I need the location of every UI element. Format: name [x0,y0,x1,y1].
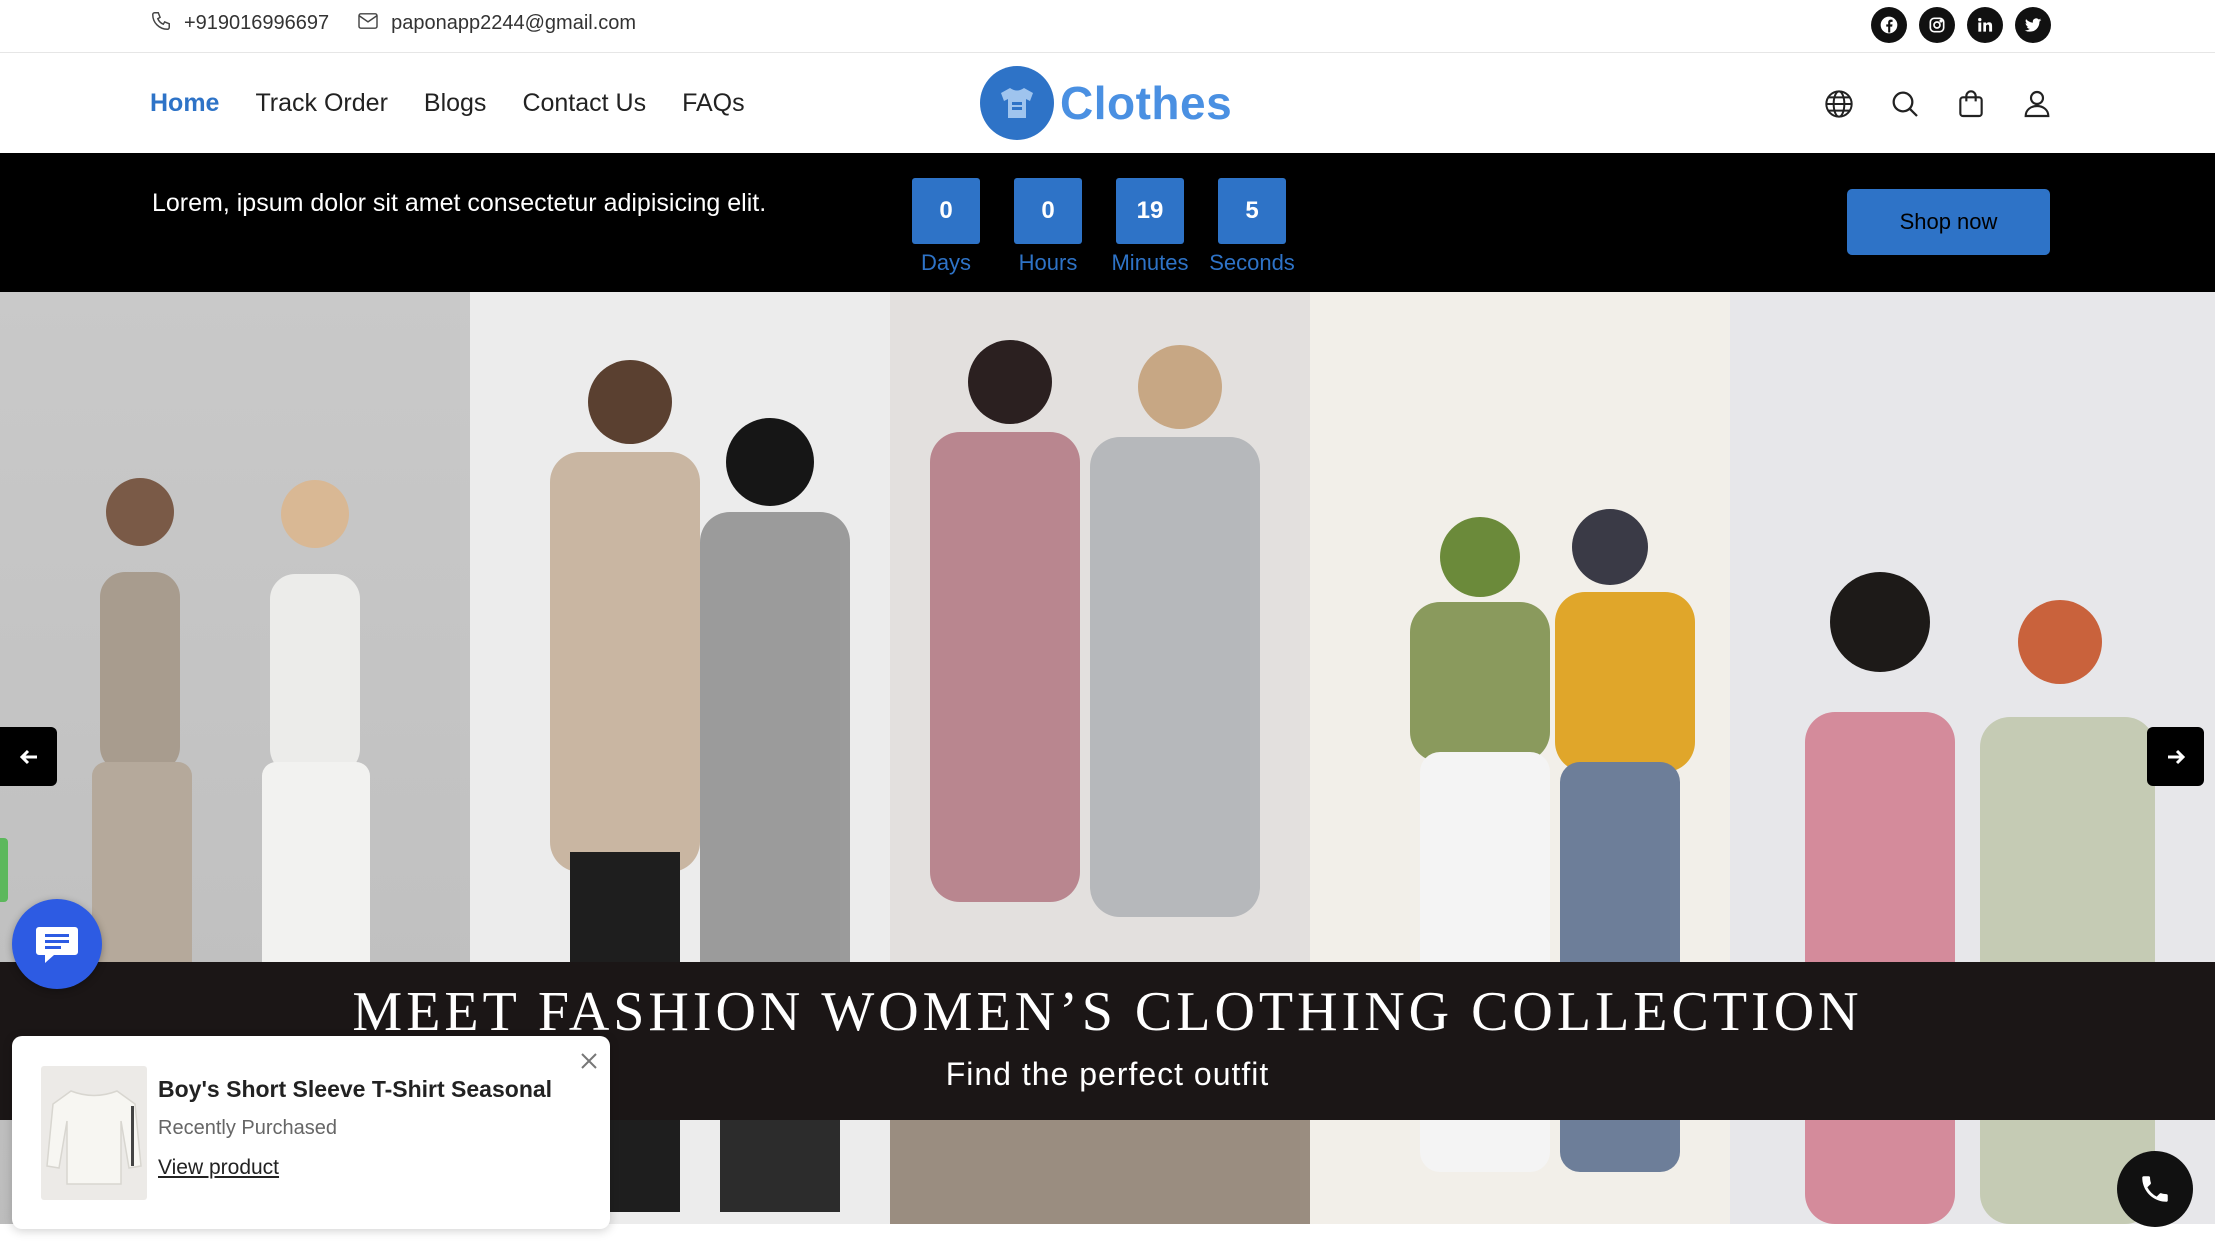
countdown-label: Days [920,250,972,275]
countdown-value: 19 [1116,178,1184,244]
slider-prev-button[interactable] [0,727,57,786]
nav-links: Home Track Order Blogs Contact Us FAQs [150,54,745,153]
countdown-minutes: 19 Minutes [1111,178,1189,276]
instagram-icon[interactable] [1919,7,1955,43]
product-thumbnail[interactable] [41,1066,147,1200]
countdown-value: 5 [1218,178,1286,244]
chat-button[interactable] [12,899,102,989]
top-contact-bar: +919016996697 paponapp2244@gmail.com [0,0,2215,53]
chat-icon [36,927,78,963]
mail-icon [357,12,379,36]
countdown-label: Hours [1018,250,1078,275]
call-button[interactable] [2117,1151,2193,1227]
toast-product-title: Boy's Short Sleeve T-Shirt Seasonal [158,1076,553,1102]
slider-next-button[interactable] [2147,727,2204,786]
nav-link-track-order[interactable]: Track Order [255,89,387,118]
search-icon[interactable] [1889,88,1921,120]
phone-contact[interactable]: +919016996697 [150,10,329,38]
user-icon[interactable] [2021,88,2053,120]
countdown-timer: 0 Days 0 Hours 19 Minutes 5 Seconds [912,178,1295,276]
countdown-label: Minutes [1111,250,1189,275]
site-logo[interactable]: Clothes [980,66,1232,140]
promo-bar: Lorem, ipsum dolor sit amet consectetur … [0,153,2215,292]
countdown-label: Seconds [1209,250,1295,275]
twitter-icon[interactable] [2015,7,2051,43]
nav-link-faqs[interactable]: FAQs [682,89,745,118]
nav-link-blogs[interactable]: Blogs [424,89,487,118]
logo-text: Clothes [1060,77,1233,129]
countdown-value: 0 [912,178,980,244]
contact-info: +919016996697 paponapp2244@gmail.com [150,0,636,47]
phone-number: +919016996697 [184,12,330,34]
countdown-value: 0 [1014,178,1082,244]
recent-purchase-toast: Boy's Short Sleeve T-Shirt Seasonal Rece… [12,1036,610,1229]
phone-icon [150,10,172,38]
toast-subtitle: Recently Purchased [158,1117,337,1139]
phone-icon [2142,1176,2168,1202]
shop-now-button[interactable]: Shop now [1847,189,2050,255]
nav-link-home[interactable]: Home [150,89,219,118]
tshirt-logo-icon [980,66,1054,140]
side-widget-tab[interactable] [0,838,8,902]
arrow-right-icon [2167,749,2185,764]
arrow-left-icon [19,749,37,764]
shopping-bag-icon[interactable] [1955,88,1987,120]
view-product-link[interactable]: View product [158,1156,279,1180]
promo-message: Lorem, ipsum dolor sit amet consectetur … [152,189,767,217]
globe-icon[interactable] [1823,88,1855,120]
facebook-icon[interactable] [1871,7,1907,43]
email-address: paponapp2244@gmail.com [391,12,637,34]
countdown-hours: 0 Hours [1014,178,1082,276]
email-contact[interactable]: paponapp2244@gmail.com [357,12,636,36]
countdown-days: 0 Days [912,178,980,276]
close-icon [581,1053,597,1069]
toast-close-button[interactable] [578,1050,600,1072]
nav-link-contact-us[interactable]: Contact Us [522,89,646,118]
social-links [1871,7,2051,43]
main-navigation: Home Track Order Blogs Contact Us FAQs C… [0,54,2215,153]
linkedin-icon[interactable] [1967,7,2003,43]
hero-headline: MEET FASHION WOMEN’S CLOTHING COLLECTION [352,981,1863,1043]
nav-icons [1823,54,2053,153]
countdown-seconds: 5 Seconds [1209,178,1295,276]
